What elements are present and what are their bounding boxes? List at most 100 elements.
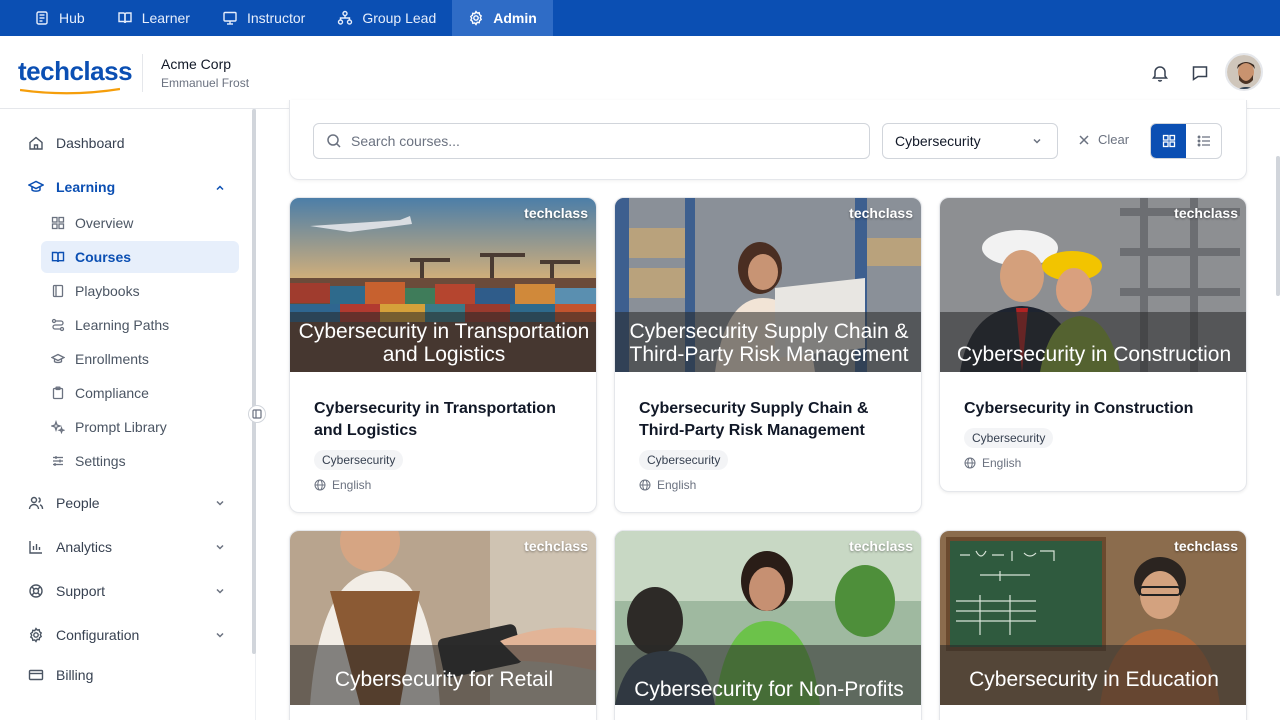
search-box[interactable] — [313, 123, 870, 159]
sidebar-item-label: Courses — [75, 249, 132, 265]
chevron-down-icon[interactable] — [214, 497, 226, 509]
course-card[interactable]: techclass Cybersecurity for Non-Profits — [614, 530, 922, 720]
sidebar-item-label: Support — [56, 583, 106, 599]
sidebar-item-learning-paths[interactable]: Learning Paths — [41, 309, 239, 341]
category-select[interactable]: Cybersecurity — [882, 123, 1058, 159]
category-tag: Cybersecurity — [314, 450, 404, 470]
chevron-down-icon[interactable] — [214, 629, 226, 641]
course-language: English — [964, 456, 1246, 470]
role-tab-learner[interactable]: Learner — [101, 0, 206, 36]
list-icon — [1197, 135, 1210, 147]
sidebar-item-configuration[interactable]: Configuration — [28, 627, 139, 643]
grid-view-button[interactable] — [1151, 124, 1186, 158]
credit-card-icon — [28, 669, 44, 681]
role-tab-label: Hub — [59, 10, 85, 26]
thumbnail-brand: techclass — [1174, 538, 1238, 554]
sparkles-icon — [51, 420, 65, 434]
app-header: techclass Acme Corp Emmanuel Frost — [0, 36, 1280, 109]
role-tab-group-lead[interactable]: Group Lead — [321, 0, 452, 36]
sidebar-item-label: Enrollments — [75, 351, 149, 367]
organization-name: Acme Corp — [161, 56, 232, 72]
chat-icon[interactable] — [1190, 63, 1210, 83]
course-title[interactable]: Cybersecurity in Construction — [964, 398, 1222, 420]
main-scrollbar[interactable] — [1276, 156, 1280, 296]
graduation-cap-icon — [51, 353, 65, 364]
course-card[interactable]: techclass Cybersecurity Supply Chain & T… — [614, 197, 922, 513]
role-tab-label: Admin — [493, 10, 537, 26]
course-thumbnail: techclass Cybersecurity in Education — [940, 531, 1246, 705]
thumbnail-title: Cybersecurity in Construction — [956, 343, 1232, 366]
course-thumbnail: techclass Cybersecurity in Construction — [940, 198, 1246, 372]
sidebar-item-overview[interactable]: Overview — [41, 207, 239, 239]
sidebar-item-learning[interactable]: Learning — [28, 179, 115, 195]
bell-icon[interactable] — [1150, 63, 1170, 83]
sidebar-item-label: Compliance — [75, 385, 149, 401]
globe-icon — [314, 479, 326, 491]
role-tab-admin[interactable]: Admin — [452, 0, 553, 36]
techclass-logo[interactable]: techclass — [18, 56, 133, 87]
search-icon — [327, 134, 341, 148]
chevron-down-icon[interactable] — [214, 541, 226, 553]
sidebar-item-prompt-library[interactable]: Prompt Library — [41, 411, 239, 443]
sidebar-item-label: People — [56, 495, 100, 511]
sidebar-collapse-button[interactable] — [248, 405, 266, 423]
grid-icon — [1162, 134, 1175, 148]
search-input[interactable] — [351, 133, 831, 149]
list-view-button[interactable] — [1186, 124, 1221, 158]
gear-icon — [470, 10, 483, 26]
globe-icon — [639, 479, 651, 491]
sidebar-item-label: Billing — [56, 667, 94, 683]
logo-swoosh-icon — [20, 87, 120, 95]
grid-icon — [51, 216, 65, 230]
thumbnail-title: Cybersecurity in Education — [969, 668, 1219, 691]
sidebar-item-label: Configuration — [56, 627, 140, 643]
course-thumbnail: techclass Cybersecurity for Retail — [290, 531, 596, 705]
role-tab-label: Instructor — [246, 10, 306, 26]
avatar[interactable] — [1225, 53, 1263, 91]
thumbnail-brand: techclass — [849, 205, 913, 221]
view-toggle — [1150, 123, 1222, 159]
sidebar-item-label: Settings — [75, 453, 126, 469]
language-label: English — [982, 456, 1022, 470]
sidebar-item-compliance[interactable]: Compliance — [41, 377, 239, 409]
monitor-icon — [223, 11, 237, 25]
book-icon — [117, 12, 132, 24]
sidebar-item-analytics[interactable]: Analytics — [28, 539, 112, 555]
sidebar-item-enrollments[interactable]: Enrollments — [41, 343, 239, 375]
role-tab-label: Learner — [141, 10, 190, 26]
sidebar-item-label: Analytics — [56, 539, 113, 555]
chevron-down-icon[interactable] — [214, 585, 226, 597]
course-card[interactable]: techclass Cybersecurity in Transportatio… — [289, 197, 597, 513]
course-title[interactable]: Cybersecurity in Transportation and Logi… — [314, 398, 572, 442]
sidebar-item-playbooks[interactable]: Playbooks — [41, 275, 239, 307]
language-label: English — [332, 478, 372, 492]
course-thumbnail: techclass Cybersecurity in Transportatio… — [290, 198, 596, 372]
sidebar-item-label: Playbooks — [75, 283, 140, 299]
sidebar-item-courses[interactable]: Courses — [41, 241, 239, 273]
globe-icon — [964, 457, 976, 469]
sidebar-item-label: Dashboard — [56, 135, 125, 151]
course-card[interactable]: techclass Cybersecurity for Retail — [289, 530, 597, 720]
sidebar-item-billing[interactable]: Billing — [28, 667, 93, 683]
sidebar-item-settings[interactable]: Settings — [41, 445, 239, 477]
header-divider — [142, 54, 143, 92]
role-tab-hub[interactable]: Hub — [18, 0, 101, 36]
course-language: English — [314, 478, 596, 492]
role-tab-label: Group Lead — [362, 10, 437, 26]
path-icon — [51, 318, 65, 332]
sidebar-scrollbar[interactable] — [252, 109, 256, 654]
course-card[interactable]: techclass Cybersecurity in Education — [939, 530, 1247, 720]
chevron-up-icon[interactable] — [214, 182, 226, 194]
sidebar-item-dashboard[interactable]: Dashboard — [28, 135, 125, 151]
sidebar-item-label: Overview — [75, 215, 134, 231]
sidebar-item-people[interactable]: People — [28, 495, 100, 511]
hub-icon — [36, 11, 48, 25]
sidebar-item-support[interactable]: Support — [28, 583, 105, 599]
course-card[interactable]: techclass Cybersecurity in Construction … — [939, 197, 1247, 492]
thumbnail-brand: techclass — [524, 205, 588, 221]
course-title[interactable]: Cybersecurity Supply Chain & Third-Party… — [639, 398, 897, 442]
role-tab-instructor[interactable]: Instructor — [206, 0, 321, 36]
thumbnail-title: Cybersecurity Supply Chain & Third-Party… — [629, 320, 909, 366]
thumbnail-brand: techclass — [849, 538, 913, 554]
clear-filters-button[interactable]: Clear — [1078, 132, 1129, 147]
